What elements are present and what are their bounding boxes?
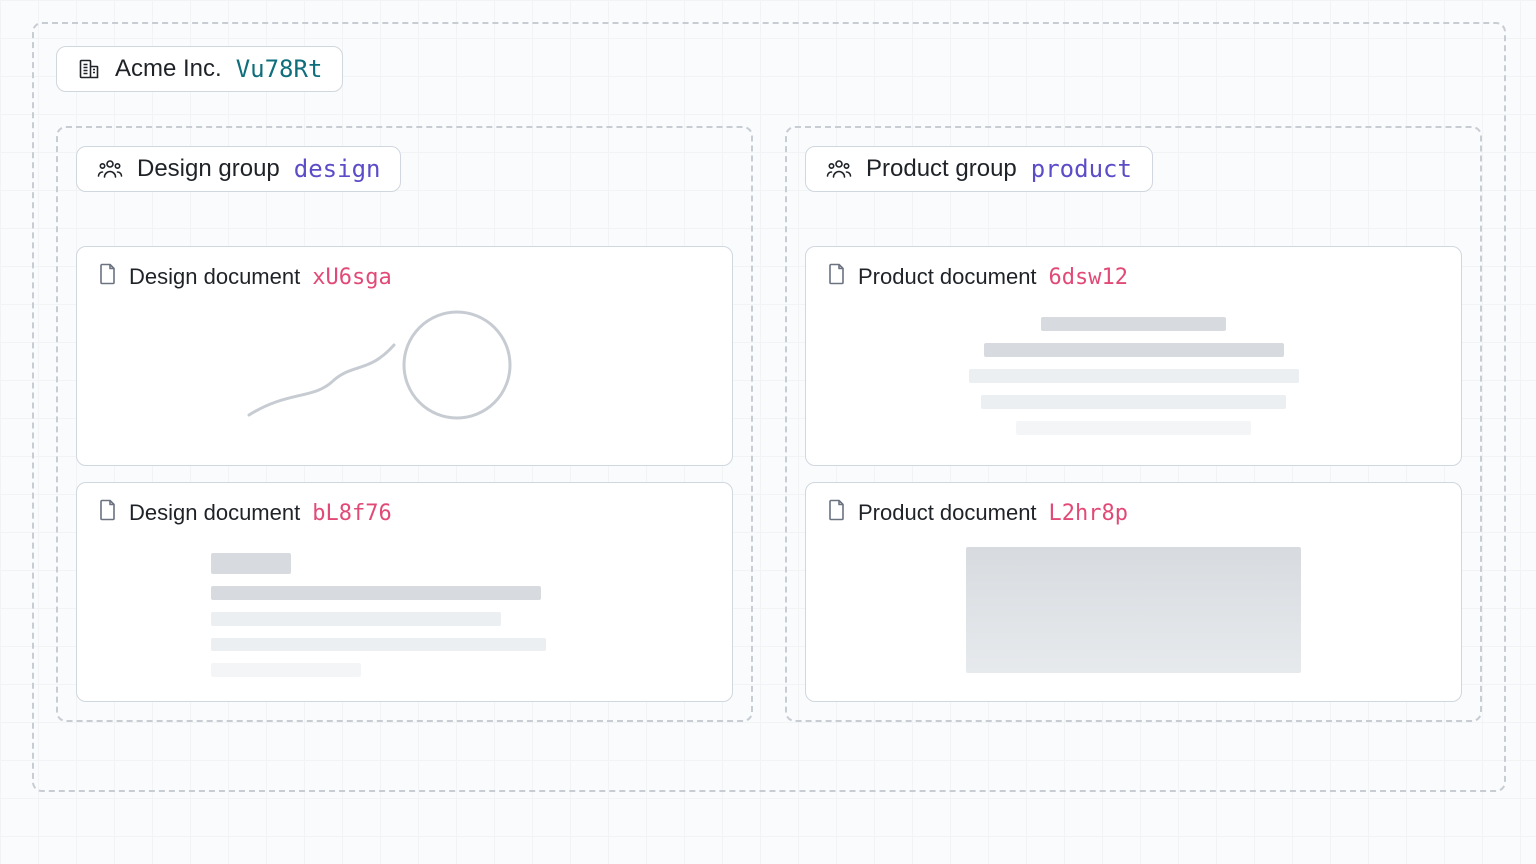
file-icon [99,263,117,291]
document-preview [828,311,1439,441]
document-preview [99,547,710,677]
group-slug: product [1031,157,1132,181]
group-chip-design[interactable]: Design group design [76,146,401,192]
people-icon [826,157,852,181]
document-id: L2hr8p [1049,501,1128,526]
document-name: Product document [858,264,1037,290]
group-design: Design group design Design document xU6s… [56,126,753,722]
document-preview [99,311,710,441]
group-name: Product group [866,157,1017,181]
group-chip-product[interactable]: Product group product [805,146,1153,192]
org-container: Acme Inc. Vu78Rt Design group design [32,22,1506,792]
document-preview [828,547,1439,677]
document-card[interactable]: Product document L2hr8p [805,482,1462,702]
document-card[interactable]: Design document bL8f76 [76,482,733,702]
document-id: bL8f76 [312,501,391,526]
org-chip[interactable]: Acme Inc. Vu78Rt [56,46,343,92]
document-name: Design document [129,500,300,526]
org-id: Vu78Rt [236,57,323,81]
group-slug: design [294,157,381,181]
file-icon [828,499,846,527]
org-name: Acme Inc. [115,57,222,81]
document-card[interactable]: Product document 6dsw12 [805,246,1462,466]
group-name: Design group [137,157,280,181]
document-name: Design document [129,264,300,290]
document-card[interactable]: Design document xU6sga [76,246,733,466]
document-id: xU6sga [312,265,391,290]
file-icon [828,263,846,291]
people-icon [97,157,123,181]
document-name: Product document [858,500,1037,526]
document-id: 6dsw12 [1049,265,1128,290]
building-icon [77,57,101,81]
file-icon [99,499,117,527]
group-product: Product group product Product document 6… [785,126,1482,722]
